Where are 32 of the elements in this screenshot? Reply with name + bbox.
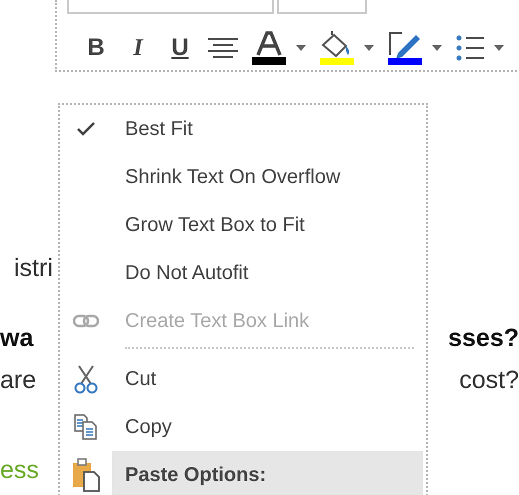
document-text: sses? — [448, 324, 519, 352]
scissors-icon — [74, 364, 98, 394]
menu-item[interactable]: Grow Text Box to Fit — [112, 201, 426, 249]
paint-bucket-icon — [320, 31, 354, 65]
italic-button[interactable]: I — [117, 28, 159, 68]
font-name-field[interactable] — [67, 0, 274, 14]
dropdown-caret-icon — [494, 45, 504, 51]
document-text: istri — [14, 254, 53, 282]
font-size-field[interactable] — [277, 0, 367, 14]
menu-item[interactable]: Shrink Text On Overflow — [112, 153, 426, 201]
dropdown-caret-icon — [432, 45, 442, 51]
menu-item[interactable]: Copy — [112, 403, 426, 451]
copy-icon — [73, 414, 99, 440]
document-text: ess — [0, 456, 39, 484]
paste-options-heading: Paste Options: — [112, 451, 423, 495]
bold-button[interactable]: B — [75, 28, 117, 68]
menu-item[interactable]: Best Fit — [112, 105, 426, 153]
dropdown-caret-icon — [364, 45, 374, 51]
font-color-icon — [252, 31, 286, 65]
menu-item[interactable]: Cut — [112, 355, 426, 403]
fill-color-button[interactable] — [320, 28, 374, 68]
paste-icon — [72, 458, 100, 492]
bullet-list-icon — [456, 34, 484, 62]
dropdown-caret-icon — [296, 45, 306, 51]
menu-item[interactable]: Do Not Autofit — [112, 249, 426, 297]
align-center-icon — [208, 36, 238, 60]
underline-button[interactable]: U — [159, 28, 201, 68]
pen-icon — [388, 31, 422, 65]
document-text: are — [0, 366, 36, 394]
document-text: wa — [0, 324, 34, 352]
document-text: cost? — [459, 366, 519, 394]
link-icon — [73, 314, 99, 328]
